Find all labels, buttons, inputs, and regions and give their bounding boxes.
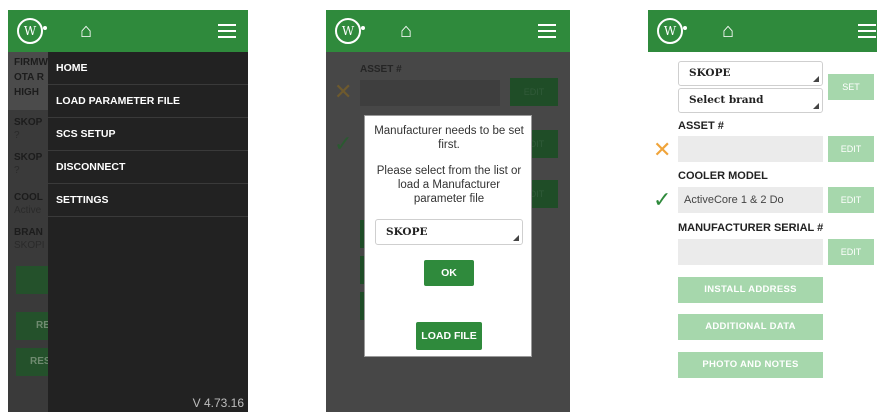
- asset-edit-button[interactable]: EDIT: [828, 136, 874, 162]
- cooler-check-icon: ✓: [653, 187, 672, 212]
- hamburger-menu-icon[interactable]: [538, 24, 556, 38]
- cooler-edit-button[interactable]: EDIT: [828, 187, 874, 213]
- photo-and-notes-button[interactable]: PHOTO AND NOTES: [678, 352, 823, 378]
- set-button[interactable]: SET: [828, 74, 874, 100]
- manufacturer-serial-label: MANUFACTURER SERIAL #: [678, 222, 824, 234]
- screen-side-menu: W ⌂ FIRMW OTA R HIGH SKOP ? SKOP ? COOL …: [8, 10, 248, 412]
- screen-manufacturer-dialog: W ⌂ ASSET # ✕ EDIT ✓ EDIT EDIT Manufactu…: [326, 10, 570, 412]
- cooler-model-field[interactable]: ActiveCore 1 & 2 Do: [678, 187, 823, 213]
- ota-label: OTA R: [14, 72, 44, 83]
- dropdown-corner-icon: [813, 76, 819, 82]
- hamburger-menu-icon[interactable]: [858, 24, 876, 38]
- wifi-logo-icon[interactable]: W: [335, 18, 365, 44]
- asset-label: ASSET #: [678, 120, 724, 132]
- skope-value-1: ?: [14, 130, 20, 141]
- cooler-label: COOL: [14, 192, 43, 203]
- dropdown-corner-icon: [513, 235, 519, 241]
- brand-select[interactable]: Select brand: [678, 88, 823, 113]
- brand-select-value: Select brand: [689, 94, 764, 106]
- asset-missing-cross-icon: ✕: [334, 79, 353, 104]
- ok-button[interactable]: OK: [424, 260, 474, 286]
- top-app-bar: W ⌂: [8, 10, 248, 52]
- cooler-value: Active: [14, 205, 42, 216]
- brand-label: BRAN: [14, 227, 43, 238]
- manufacturer-serial-field[interactable]: [678, 239, 823, 265]
- brand-value: SKOPI: [14, 240, 45, 251]
- top-app-bar: W ⌂: [648, 10, 877, 52]
- firmware-label: FIRMW: [14, 57, 48, 68]
- manufacturer-select-value: SKOPE: [386, 226, 428, 238]
- navigation-drawer: HOME LOAD PARAMETER FILE SCS SETUP DISCO…: [48, 52, 248, 412]
- dialog-message-body: Please select from the list or load a Ma…: [376, 165, 522, 205]
- asset-field: [360, 80, 500, 106]
- home-icon[interactable]: ⌂: [400, 18, 412, 44]
- home-icon[interactable]: ⌂: [722, 18, 734, 44]
- menu-item-disconnect[interactable]: DISCONNECT: [48, 151, 248, 184]
- asset-edit-button: EDIT: [510, 78, 558, 106]
- menu-item-settings[interactable]: SETTINGS: [48, 184, 248, 217]
- load-file-button[interactable]: LOAD FILE: [416, 322, 482, 350]
- serial-edit-button[interactable]: EDIT: [828, 239, 874, 265]
- skope-label-1: SKOP: [14, 117, 43, 128]
- home-icon[interactable]: ⌂: [80, 18, 92, 44]
- skope-label-2: SKOP: [14, 152, 43, 163]
- manufacturer-required-dialog: Manufacturer needs to be set first. Plea…: [364, 115, 532, 357]
- menu-item-home[interactable]: HOME: [48, 52, 248, 85]
- additional-data-button[interactable]: ADDITIONAL DATA: [678, 314, 823, 340]
- wifi-logo-icon[interactable]: W: [17, 18, 47, 44]
- manufacturer-select[interactable]: SKOPE: [375, 219, 523, 245]
- cooler-model-label: COOLER MODEL: [678, 170, 768, 182]
- asset-label: ASSET #: [360, 64, 402, 75]
- manufacturer-select-value: SKOPE: [689, 67, 731, 79]
- screen-asset-details: W ⌂ SKOPE Select brand SET ASSET # ✕ EDI…: [648, 10, 877, 412]
- wifi-logo-icon[interactable]: W: [657, 18, 687, 44]
- menu-item-load-parameter-file[interactable]: LOAD PARAMETER FILE: [48, 85, 248, 118]
- hamburger-menu-icon[interactable]: [218, 24, 236, 38]
- dropdown-corner-icon: [813, 103, 819, 109]
- high-label: HIGH: [14, 87, 39, 98]
- top-app-bar: W ⌂: [326, 10, 570, 52]
- manufacturer-select[interactable]: SKOPE: [678, 61, 823, 86]
- cooler-check-icon: ✓: [334, 131, 353, 156]
- install-address-button[interactable]: INSTALL ADDRESS: [678, 277, 823, 303]
- asset-missing-cross-icon: ✕: [653, 137, 672, 162]
- asset-field[interactable]: [678, 136, 823, 162]
- skope-value-2: ?: [14, 165, 20, 176]
- menu-item-scs-setup[interactable]: SCS SETUP: [48, 118, 248, 151]
- app-version: V 4.73.16: [192, 396, 244, 410]
- dialog-message-title: Manufacturer needs to be set first.: [374, 125, 524, 151]
